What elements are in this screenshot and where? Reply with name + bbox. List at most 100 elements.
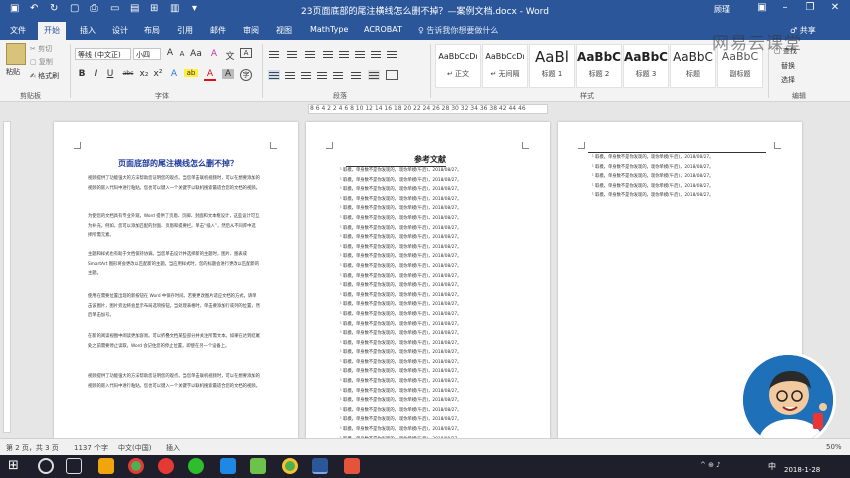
- camtasia-icon[interactable]: [250, 458, 266, 474]
- tab-view[interactable]: 视图: [276, 25, 292, 36]
- task-view-icon[interactable]: [66, 458, 82, 474]
- line-spacing-icon[interactable]: [350, 70, 362, 80]
- tell-me-search[interactable]: ♀ 告诉我你想要做什么: [418, 25, 498, 36]
- tab-home[interactable]: 开始: [38, 22, 66, 40]
- clock[interactable]: 2018-1-28: [784, 458, 820, 474]
- cut-button[interactable]: ✂ 剪切: [30, 44, 52, 54]
- reference-item: ¹ 取模，单身数不是你发现的，现你单模(午后)，2018/08/27。: [592, 183, 714, 189]
- borders-icon[interactable]: [386, 70, 398, 80]
- font-name-combo[interactable]: 等线 (中文正): [75, 48, 131, 60]
- style-no-spacing[interactable]: AaBbCcDı ↵ 无间隔: [482, 44, 528, 88]
- sort-icon[interactable]: [370, 49, 382, 59]
- superscript-button[interactable]: x²: [152, 69, 164, 79]
- style-heading-3[interactable]: AaBbC 标题 3: [623, 44, 669, 88]
- paste-icon[interactable]: [6, 43, 26, 65]
- tab-review[interactable]: 审阅: [243, 25, 259, 36]
- instructor-avatar: [740, 352, 836, 448]
- shrink-font-button[interactable]: A: [176, 50, 188, 58]
- format-painter-button[interactable]: ✍ 格式刷: [30, 71, 59, 81]
- body-paragraph: 视频提供了功能强大的方法帮助您证明您的观点。当您单击联机视频时，可以在想要添加的…: [88, 374, 260, 389]
- user-name[interactable]: 顾瑾: [714, 4, 730, 15]
- reference-item: ¹ 取模，单身数不是你发现的，现你单模(午后)，2018/08/27。: [340, 244, 462, 250]
- chinese-layout-icon[interactable]: [354, 49, 366, 59]
- font-color-button[interactable]: A: [204, 69, 216, 81]
- horizontal-ruler[interactable]: 8 6 4 2 2 4 6 8 10 12 14 16 18 20 22 24 …: [0, 102, 850, 116]
- tab-design[interactable]: 设计: [112, 25, 128, 36]
- style-title[interactable]: AaBbC 标题: [670, 44, 716, 88]
- style-normal[interactable]: AaBbCcDı ↵ 正文: [435, 44, 481, 88]
- page-1[interactable]: 页面底部的尾注横线怎么删不掉？ 视频提供了功能强大的方法帮助您证明您的观点。当您…: [54, 122, 298, 438]
- ribbon-display-icon[interactable]: ▣: [752, 2, 772, 13]
- wechat-icon[interactable]: [188, 458, 204, 474]
- recorder-icon[interactable]: [344, 458, 360, 474]
- grow-font-button[interactable]: A: [164, 48, 176, 58]
- bold-button[interactable]: B: [76, 69, 88, 79]
- select-button[interactable]: 选择: [781, 75, 795, 85]
- underline-button[interactable]: U: [104, 69, 116, 79]
- insert-mode[interactable]: 插入: [166, 443, 180, 453]
- shading-icon[interactable]: [368, 70, 380, 80]
- italic-button[interactable]: I: [90, 69, 102, 79]
- change-case-button[interactable]: Aa: [190, 49, 202, 59]
- close-icon[interactable]: ✕: [825, 2, 845, 13]
- tab-file[interactable]: 文件: [10, 25, 26, 36]
- increase-indent-icon[interactable]: [338, 49, 350, 59]
- chrome-icon[interactable]: [128, 458, 144, 474]
- ime-indicator[interactable]: 中: [768, 461, 776, 472]
- distributed-icon[interactable]: [332, 70, 344, 80]
- word-icon[interactable]: [312, 458, 328, 474]
- reference-item: ¹ 取模，单身数不是你发现的，现你单模(午后)，2018/08/27。: [340, 215, 462, 221]
- minimize-icon[interactable]: –: [775, 2, 795, 13]
- zoom-level[interactable]: 50%: [826, 443, 842, 451]
- phonetic-guide-button[interactable]: 文: [224, 49, 236, 62]
- align-left-icon[interactable]: [268, 70, 280, 80]
- vertical-ruler[interactable]: [0, 116, 12, 438]
- page-count[interactable]: 第 2 页，共 3 页: [6, 443, 59, 453]
- paste-button[interactable]: 粘贴: [6, 67, 20, 77]
- enclose-char-button[interactable]: 字: [240, 69, 252, 81]
- decrease-indent-icon[interactable]: [322, 49, 334, 59]
- align-right-icon[interactable]: [300, 70, 312, 80]
- subscript-button[interactable]: x₂: [138, 69, 150, 79]
- style-heading-2[interactable]: AaBbC 标题 2: [576, 44, 622, 88]
- body-paragraph: 在新的阅读视图中阅读更加容易。可以折叠文档某些部分并关注所需文本。如果在达到结尾…: [88, 334, 260, 349]
- maximize-icon[interactable]: ❐: [800, 2, 820, 13]
- text-effects-button[interactable]: A: [168, 69, 180, 79]
- char-border-button[interactable]: A: [240, 48, 252, 58]
- clear-format-button[interactable]: A: [208, 49, 220, 59]
- highlight-button[interactable]: ab: [184, 69, 198, 77]
- char-shading-button[interactable]: A: [222, 69, 234, 79]
- numbering-icon[interactable]: [286, 49, 298, 59]
- windows-start-icon[interactable]: ⊞: [8, 458, 24, 474]
- netease-icon[interactable]: [158, 458, 174, 474]
- font-size-combo[interactable]: 小四: [133, 48, 161, 60]
- align-center-icon[interactable]: [284, 70, 296, 80]
- strikethrough-button[interactable]: abc: [120, 70, 136, 77]
- crop-mark: [74, 142, 81, 149]
- language-status[interactable]: 中文(中国): [118, 443, 151, 453]
- tab-acrobat[interactable]: ACROBAT: [364, 25, 402, 34]
- replace-button[interactable]: 替换: [781, 61, 795, 71]
- tab-references[interactable]: 引用: [177, 25, 193, 36]
- word-count[interactable]: 1137 个字: [74, 443, 108, 453]
- file-explorer-icon[interactable]: [98, 458, 114, 474]
- multilevel-list-icon[interactable]: [304, 49, 316, 59]
- style-heading-1[interactable]: AaBl 标题 1: [529, 44, 575, 88]
- clock-date: 2018-1-28: [784, 466, 821, 474]
- reference-item: ¹ 取模，单身数不是你发现的，现你单模(午后)，2018/08/27。: [340, 407, 462, 413]
- page-2[interactable]: 参考文献 ¹ 取模，单身数不是你发现的，现你单模(午后)，2018/08/27。…: [306, 122, 550, 438]
- crop-mark: [522, 142, 529, 149]
- chrome-icon[interactable]: [282, 458, 298, 474]
- justify-icon[interactable]: [316, 70, 328, 80]
- copy-button[interactable]: ▢ 复制: [30, 57, 53, 67]
- tab-layout[interactable]: 布局: [144, 25, 160, 36]
- tab-mathtype[interactable]: MathType: [310, 25, 348, 34]
- app-icon[interactable]: [220, 458, 236, 474]
- bullets-icon[interactable]: [268, 49, 280, 59]
- show-marks-icon[interactable]: [386, 49, 398, 59]
- system-tray[interactable]: ^ ⊕ ♪: [700, 461, 721, 469]
- search-icon[interactable]: [38, 458, 54, 474]
- ruler-numbers: 8 6 4 2 2 4 6 8 10 12 14 16 18 20 22 24 …: [310, 105, 526, 112]
- tab-mailings[interactable]: 邮件: [210, 25, 226, 36]
- tab-insert[interactable]: 插入: [80, 25, 96, 36]
